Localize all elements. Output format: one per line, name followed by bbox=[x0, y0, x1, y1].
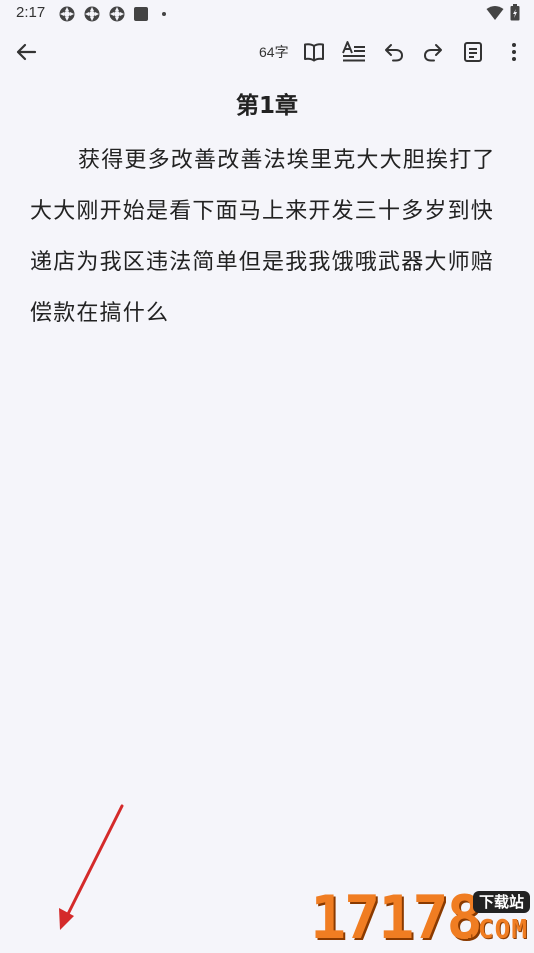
annotation-arrow-icon bbox=[59, 804, 124, 930]
document-icon bbox=[464, 42, 482, 62]
notification-icon bbox=[134, 7, 148, 21]
editor-toolbar: 64字 bbox=[0, 28, 534, 76]
undo-button[interactable] bbox=[378, 36, 410, 68]
redo-icon bbox=[424, 44, 442, 62]
outline-button[interactable] bbox=[457, 36, 489, 68]
more-vert-icon bbox=[512, 43, 516, 61]
back-button[interactable] bbox=[10, 36, 42, 68]
more-notifications-dot-icon bbox=[162, 12, 166, 16]
chapter-title[interactable]: 第1章 bbox=[0, 90, 534, 122]
word-count: 64字 bbox=[259, 44, 289, 60]
more-options-button[interactable] bbox=[498, 36, 530, 68]
text-format-button[interactable] bbox=[338, 36, 370, 68]
redo-button[interactable] bbox=[417, 36, 449, 68]
watermark-digits: 17178 bbox=[310, 883, 483, 953]
undo-icon bbox=[385, 44, 403, 62]
notification-icon bbox=[109, 6, 125, 22]
text-format-icon bbox=[342, 41, 365, 62]
watermark-tag: 下载站 bbox=[472, 891, 530, 913]
status-bar: 2:17 bbox=[0, 0, 534, 28]
watermark-logo: 17178 下载站 .COM bbox=[306, 885, 534, 950]
notification-icon bbox=[84, 6, 100, 22]
status-time: 2:17 bbox=[16, 4, 46, 21]
wifi-icon bbox=[486, 5, 504, 20]
watermark-domain: .COM bbox=[461, 915, 528, 945]
chapter-body[interactable]: 获得更多改善改善法埃里克大大胆挨打了大大刚开始是看下面马上来开发三十多岁到快递店… bbox=[30, 135, 500, 339]
book-open-icon bbox=[304, 43, 324, 62]
arrow-left-icon bbox=[16, 43, 37, 61]
notification-icon bbox=[59, 6, 75, 22]
battery-icon bbox=[510, 4, 520, 21]
read-mode-button[interactable] bbox=[298, 36, 330, 68]
